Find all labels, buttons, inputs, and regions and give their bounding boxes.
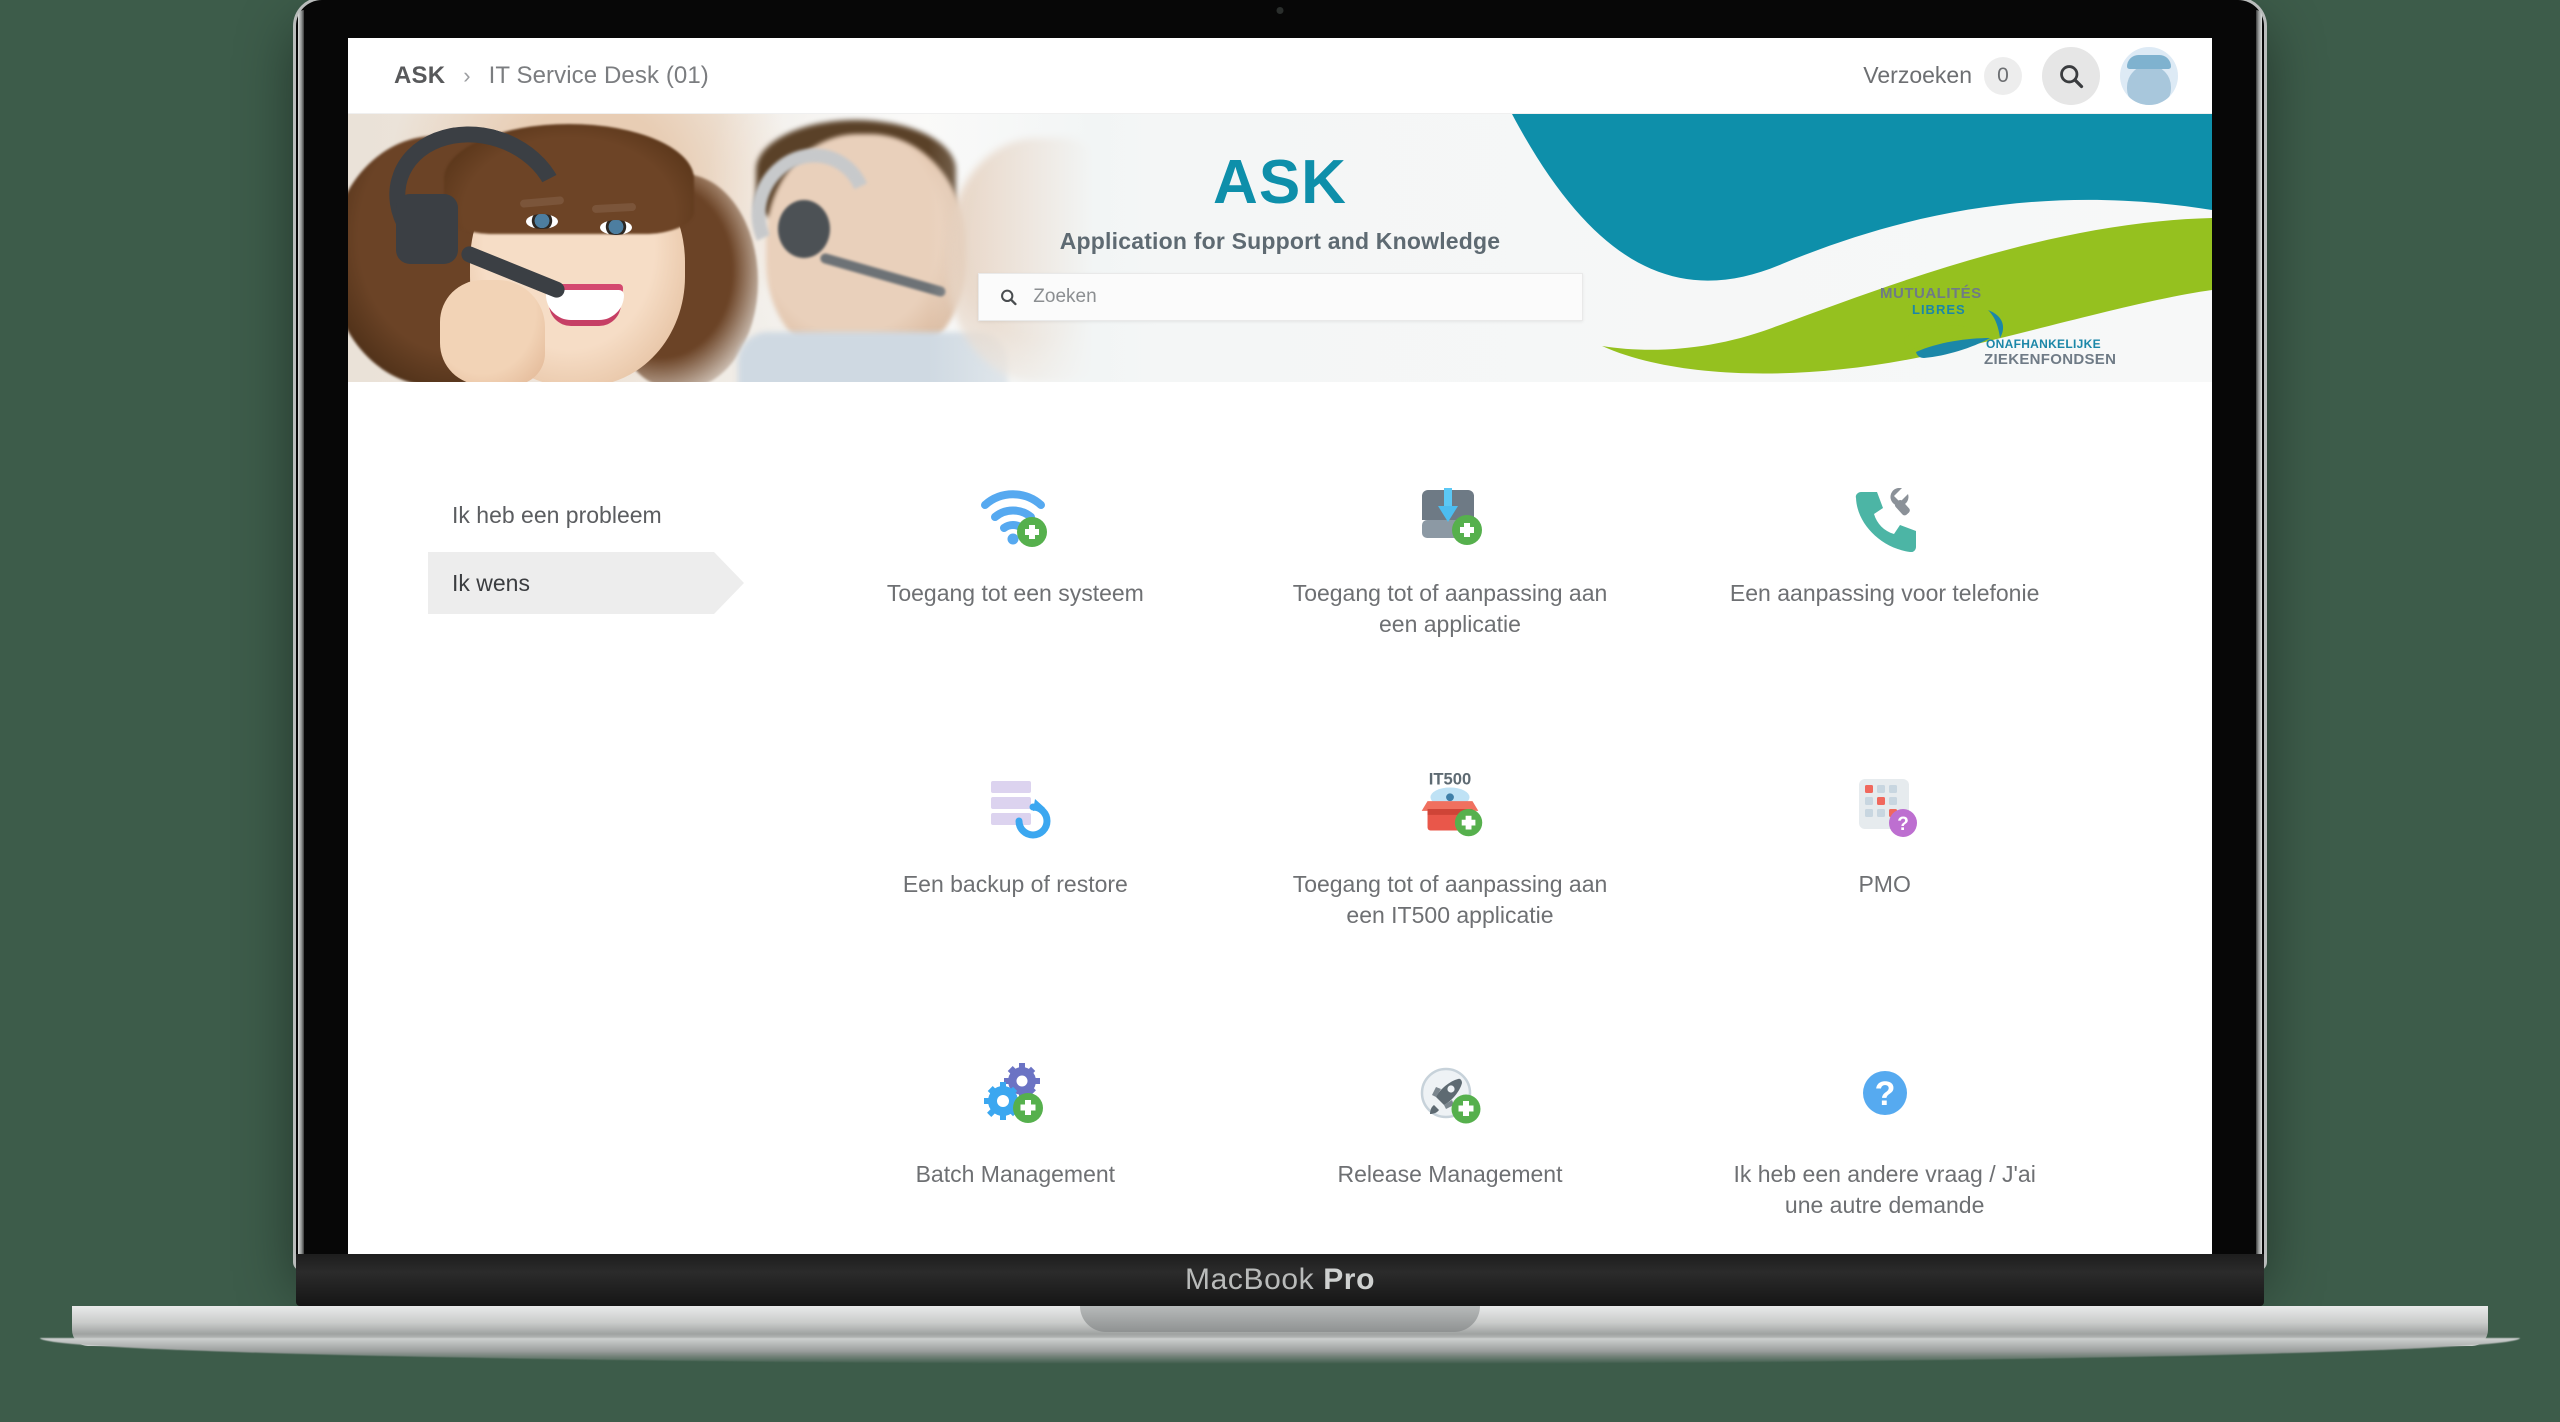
laptop-notch [1080,1306,1480,1332]
avatar[interactable] [2120,46,2178,105]
top-bar: ASK › IT Service Desk (01) Verzoeken 0 [348,38,2212,114]
macbook-mockup: ASK › IT Service Desk (01) Verzoeken 0 A… [0,0,2560,1422]
search-icon [2060,64,2084,88]
sidebar-item-problem[interactable]: Ik heb een probleem [428,484,778,546]
tile-access-application[interactable]: Toegang tot of aanpassing aan een applic… [1233,474,1668,673]
requests-count-badge: 0 [1984,56,2022,95]
svg-text:?: ? [1874,1075,1895,1113]
tile-label: Release Management [1337,1161,1563,1188]
it500-label: IT500 [1429,769,1471,788]
breadcrumb: ASK › IT Service Desk (01) [394,62,709,90]
webcam-icon [1276,7,1284,14]
device-label-regular: MacBook [1184,1263,1324,1296]
logo-line-onafhankelijke: ONAFHANKELIJKE [1986,337,2101,351]
breadcrumb-current-page: IT Service Desk (01) [488,61,709,89]
top-bar-actions: Verzoeken 0 [1863,46,2178,105]
mutualites-libres-logo: MUTUALITÉS LIBRES ONAFHANKELIJKE ZIEKENF… [1880,284,2116,368]
avatar-head-icon [2127,64,2171,105]
tile-telephony-change[interactable]: Een aanpassing voor telefonie [1667,474,2102,673]
sidebar-item-label: Ik heb een probleem [452,501,662,528]
breadcrumb-separator-icon: › [463,62,471,88]
tile-label: Toegang tot of aanpassing aan een applic… [1292,580,1608,638]
hero-banner: ASK Application for Support and Knowledg… [348,114,2212,382]
phone-wrench-icon [1843,474,1927,558]
sidebar-item-request[interactable]: Ik wens [428,552,744,614]
category-tiles-grid: Toegang tot een systeem Toegang tot of a… [778,474,2212,1254]
tile-access-system[interactable]: Toegang tot een systeem [798,474,1233,673]
device-label-bold: Pro [1323,1263,1375,1296]
gears-add-icon [973,1055,1057,1139]
browser-screen: ASK › IT Service Desk (01) Verzoeken 0 A… [348,38,2212,1254]
database-restore-icon [973,765,1057,849]
question-circle-icon: ? [1843,1055,1927,1139]
requests-label: Verzoeken [1863,62,1972,88]
tile-pmo[interactable]: ? PMO [1667,765,2102,964]
tile-label: Batch Management [915,1161,1116,1188]
requests-link[interactable]: Verzoeken 0 [1863,56,2022,95]
tile-release-management[interactable]: Release Management [1233,1055,1668,1254]
page-subtitle: Application for Support and Knowledge [1059,228,1501,254]
search-icon [1000,289,1017,306]
logo-line-libres: LIBRES [1912,302,1966,317]
avatar-hair-icon [2127,54,2171,69]
search-input[interactable] [1033,286,1562,308]
calendar-question-icon: ? [1843,765,1927,849]
it500-box-add-icon: IT500 [1408,765,1492,849]
main-content: Ik heb een probleem Ik wens Toegang tot … [348,382,2212,1254]
sidebar-item-label: Ik wens [452,569,530,596]
tile-label: Toegang tot of aanpassing aan een IT500 … [1292,870,1608,928]
side-nav: Ik heb een probleem Ik wens [348,474,778,1254]
tile-label: Ik heb een andere vraag / J'ai une autre… [1733,1161,2036,1219]
logo-line-ziekenfondsen: ZIEKENFONDSEN [1984,351,2116,368]
tile-label: Een backup of restore [902,870,1128,897]
logo-line-mutualites: MUTUALITÉS [1880,285,1982,302]
search-button[interactable] [2042,46,2100,105]
tile-it500-application[interactable]: IT500 Toegang tot of aanpassing aan een … [1233,765,1668,964]
laptop-shadow [40,1338,2520,1364]
device-label: MacBook Pro [1185,1263,1375,1297]
tile-label: Een aanpassing voor telefonie [1729,580,2040,606]
tile-backup-restore[interactable]: Een backup of restore [798,765,1233,964]
rocket-add-icon [1408,1055,1492,1139]
tile-label: PMO [1858,870,1911,897]
breadcrumb-root-link[interactable]: ASK [394,62,445,90]
svg-text:?: ? [1897,814,1909,835]
hero-search-box[interactable] [977,273,1583,321]
tile-batch-management[interactable]: Batch Management [798,1055,1233,1254]
laptop-chin: MacBook Pro [296,1254,2264,1306]
app-install-add-icon [1408,474,1492,558]
wifi-add-icon [973,474,1057,558]
page-title: ASK [1213,148,1347,217]
tile-other-question[interactable]: ? Ik heb een andere vraag / J'ai une aut… [1667,1055,2102,1254]
tile-label: Toegang tot een systeem [886,580,1144,606]
